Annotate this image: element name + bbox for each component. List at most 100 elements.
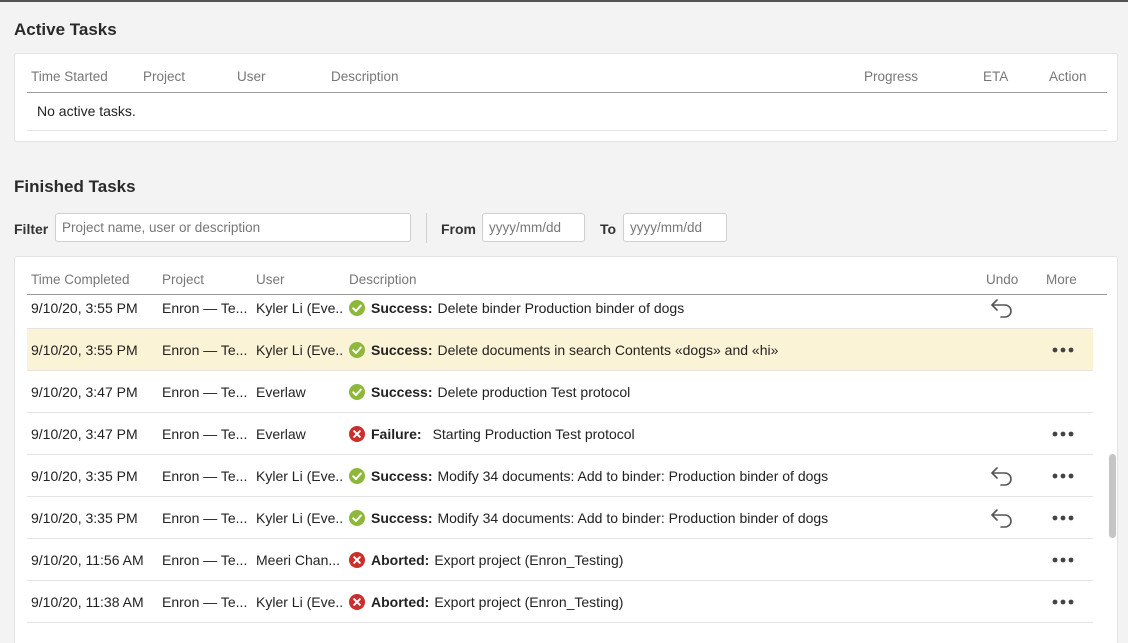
header-divider xyxy=(27,92,1107,93)
description-text: Modify 34 documents: Add to binder: Prod… xyxy=(437,468,829,484)
undo-arrow-icon[interactable] xyxy=(989,465,1015,487)
status-label: Success: xyxy=(371,342,433,358)
ellipsis-icon[interactable] xyxy=(1051,593,1075,611)
x-circle-icon xyxy=(349,426,365,442)
active-tasks-panel: Time Started Project User Description Pr… xyxy=(14,53,1118,142)
task-description: Failure: Starting Production Test protoco… xyxy=(349,413,969,455)
project-name: Enron — Te... xyxy=(162,468,248,484)
user-name: Meeri Chan... xyxy=(256,552,341,568)
filter-label: Filter xyxy=(14,221,49,237)
table-row[interactable]: 9/10/20, 11:38 AM Enron — Te... Kyler Li (… xyxy=(27,581,1093,623)
undo-arrow-icon[interactable] xyxy=(989,297,1015,319)
task-description: Success: Modify 34 documents: Add to bind… xyxy=(349,497,969,539)
ellipsis-icon[interactable] xyxy=(1051,425,1075,443)
user-name: Everlaw xyxy=(256,384,306,400)
ellipsis-icon[interactable] xyxy=(1051,341,1075,359)
user-name: Kyler Li (Eve... xyxy=(256,594,342,610)
col-eta: ETA xyxy=(983,69,1009,84)
col-more: More xyxy=(1046,272,1077,287)
description-text: Export project (Enron_Testing) xyxy=(434,552,624,568)
from-date-input[interactable] xyxy=(482,213,585,242)
status-label: Success: xyxy=(371,384,433,400)
from-label: From xyxy=(441,221,476,237)
filter-separator xyxy=(426,213,427,243)
project-name: Enron — Te... xyxy=(162,594,248,610)
project-name: Enron — Te... xyxy=(162,300,248,316)
project-name: Enron — Te... xyxy=(162,426,248,442)
project-name: Enron — Te... xyxy=(162,384,248,400)
table-row[interactable]: 9/10/20, 11:56 AM Enron — Te... Meeri Chan… xyxy=(27,539,1093,581)
active-tasks-title: Active Tasks xyxy=(14,20,117,39)
no-active-tasks-message: No active tasks. xyxy=(37,103,136,119)
check-circle-icon xyxy=(349,342,365,358)
x-circle-icon xyxy=(349,552,365,568)
to-label: To xyxy=(600,221,617,237)
description-text: Delete documents in search Contents «dog… xyxy=(437,342,779,358)
time-completed: 9/10/20, 3:47 PM xyxy=(31,426,138,442)
col-time-completed: Time Completed xyxy=(31,272,130,287)
table-row[interactable]: 9/10/20, 3:55 PM Enron — Te... Kyler Li (E… xyxy=(27,297,1093,329)
description-text: Delete binder Production binder of dogs xyxy=(437,300,685,316)
ellipsis-icon[interactable] xyxy=(1051,509,1075,527)
user-name: Kyler Li (Eve... xyxy=(256,468,342,484)
finished-tasks-panel: Time Completed Project User Description … xyxy=(14,256,1118,643)
undo-arrow-icon[interactable] xyxy=(989,507,1015,529)
table-row[interactable]: 9/10/20, 3:47 PM Enron — Te... Everlaw Succ… xyxy=(27,371,1093,413)
time-completed: 9/10/20, 3:55 PM xyxy=(31,300,138,316)
scrollbar-thumb[interactable] xyxy=(1109,454,1116,538)
col-undo: Undo xyxy=(986,272,1019,287)
time-completed: 9/10/20, 3:55 PM xyxy=(31,342,138,358)
user-name: Kyler Li (Eve... xyxy=(256,510,342,526)
status-label: Success: xyxy=(371,300,433,316)
filter-input[interactable] xyxy=(55,213,411,242)
check-circle-icon xyxy=(349,468,365,484)
col-description: Description xyxy=(331,69,399,84)
col-project: Project xyxy=(143,69,186,84)
x-circle-icon xyxy=(349,594,365,610)
project-name: Enron — Te... xyxy=(162,510,248,526)
to-date-input[interactable] xyxy=(623,213,727,242)
task-description: Success: Delete documents in search Conte… xyxy=(349,329,969,371)
status-label: Success: xyxy=(371,468,433,484)
check-circle-icon xyxy=(349,384,365,400)
status-label: Aborted: xyxy=(371,594,430,610)
project-name: Enron — Te... xyxy=(162,342,248,358)
time-completed: 9/10/20, 3:35 PM xyxy=(31,510,138,526)
table-row[interactable]: 9/10/20, 3:47 PM Enron — Te... Everlaw Fail… xyxy=(27,413,1093,455)
table-row[interactable]: 9/10/20, 3:35 PM Enron — Te... Kyler Li (E… xyxy=(27,455,1093,497)
row-divider xyxy=(27,130,1107,131)
col-user: User xyxy=(256,272,285,287)
col-description: Description xyxy=(349,272,417,287)
finished-tasks-list: 9/10/20, 3:55 PM Enron — Te... Kyler Li (E… xyxy=(15,297,1105,643)
task-description: Aborted: Export project (Enron_Testing) xyxy=(349,581,969,623)
col-time-started: Time Started xyxy=(31,69,108,84)
time-completed: 9/10/20, 3:47 PM xyxy=(31,384,138,400)
user-name: Kyler Li (Eve... xyxy=(256,300,342,316)
ellipsis-icon[interactable] xyxy=(1051,551,1075,569)
task-description: Success: Delete binder Production binder … xyxy=(349,297,969,329)
finished-tasks-title: Finished Tasks xyxy=(14,177,136,196)
scrollbar[interactable] xyxy=(1107,297,1117,642)
header-divider xyxy=(27,294,1107,295)
table-row[interactable]: 9/10/20, 3:35 PM Enron — Te... Kyler Li (E… xyxy=(27,497,1093,539)
col-project: Project xyxy=(162,272,205,287)
user-name: Kyler Li (Eve... xyxy=(256,342,342,358)
table-row[interactable]: 9/10/20, 3:55 PM Enron — Te... Kyler Li (E… xyxy=(27,329,1093,371)
col-action: Action xyxy=(1049,69,1087,84)
description-text: Modify 34 documents: Add to binder: Prod… xyxy=(437,510,829,526)
user-name: Everlaw xyxy=(256,426,306,442)
description-text: Starting Production Test protocol xyxy=(432,426,635,442)
status-label: Aborted: xyxy=(371,552,430,568)
time-completed: 9/10/20, 11:38 AM xyxy=(31,594,144,610)
task-description: Aborted: Export project (Enron_Testing) xyxy=(349,539,969,581)
description-text: Delete production Test protocol xyxy=(437,384,631,400)
col-user: User xyxy=(237,69,266,84)
check-circle-icon xyxy=(349,510,365,526)
project-name: Enron — Te... xyxy=(162,552,248,568)
ellipsis-icon[interactable] xyxy=(1051,467,1075,485)
time-completed: 9/10/20, 3:35 PM xyxy=(31,468,138,484)
col-progress: Progress xyxy=(864,69,919,84)
description-text: Export project (Enron_Testing) xyxy=(434,594,624,610)
task-description: Success: Delete production Test protocol xyxy=(349,371,969,413)
time-completed: 9/10/20, 11:56 AM xyxy=(31,552,144,568)
